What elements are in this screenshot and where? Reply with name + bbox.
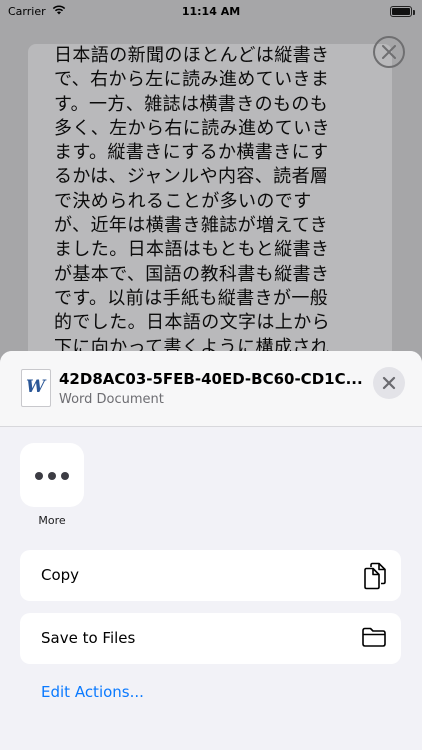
clock: 11:14 AM [181,5,241,18]
battery-icon [390,6,415,17]
status-bar: Carrier 11:14 AM [0,0,422,24]
document-line: が、近年は横書き雑誌が増えてき [54,215,329,237]
document-preview: 日本語の新聞のほとんどは縦書き で、右から左に読み進めていきま す。一方、雑誌は… [28,44,392,384]
document-line: で決められることが多いのです [54,190,312,212]
document-line: 日本語の新聞のほとんどは縦書き [54,45,330,66]
share-sheet: W 42D8AC03-5FEB-40ED-BC60-CD1C... Word D… [0,351,422,750]
save-to-files-action[interactable]: Save to Files [20,613,401,664]
document-line: 多く、左から右に読み進めていき [54,117,330,139]
file-name: 42D8AC03-5FEB-40ED-BC60-CD1C... [59,370,363,388]
ellipsis-icon [35,472,69,480]
file-type: Word Document [59,392,164,407]
word-document-icon: W [21,369,51,407]
document-line: るかは、ジャンルや内容、読者層 [54,166,329,188]
document-line: が基本で、国語の教科書も縦書き [54,263,330,285]
document-line: ました。日本語はもともと縦書き [54,239,330,261]
close-icon [382,376,396,390]
document-line: す。一方、雑誌は横書きのものも [54,93,329,115]
share-sheet-close-button[interactable] [373,367,405,399]
share-sheet-header: W 42D8AC03-5FEB-40ED-BC60-CD1C... Word D… [0,351,422,427]
more-button[interactable] [20,443,84,507]
close-icon [382,45,396,59]
battery-level [392,8,410,15]
document-line: 的でした。日本語の文字は上から [54,312,330,334]
document-line: で、右から左に読み進めていきま [54,69,330,91]
folder-icon [361,625,387,653]
document-line: です。以前は手紙も縦書きが一般 [54,287,329,309]
save-to-files-label: Save to Files [41,629,136,647]
copy-action-label: Copy [41,566,80,584]
document-close-button[interactable] [373,36,405,68]
edit-actions-link[interactable]: Edit Actions... [41,683,144,701]
word-logo-letter: W [26,377,46,397]
copy-icon [363,562,387,594]
document-line: ます。縦書きにするか横書きにす [54,142,329,164]
more-label: More [38,514,66,527]
copy-action[interactable]: Copy [20,550,401,601]
document-text: 日本語の新聞のほとんどは縦書き で、右から左に読み進めていきま す。一方、雑誌は… [54,44,372,360]
